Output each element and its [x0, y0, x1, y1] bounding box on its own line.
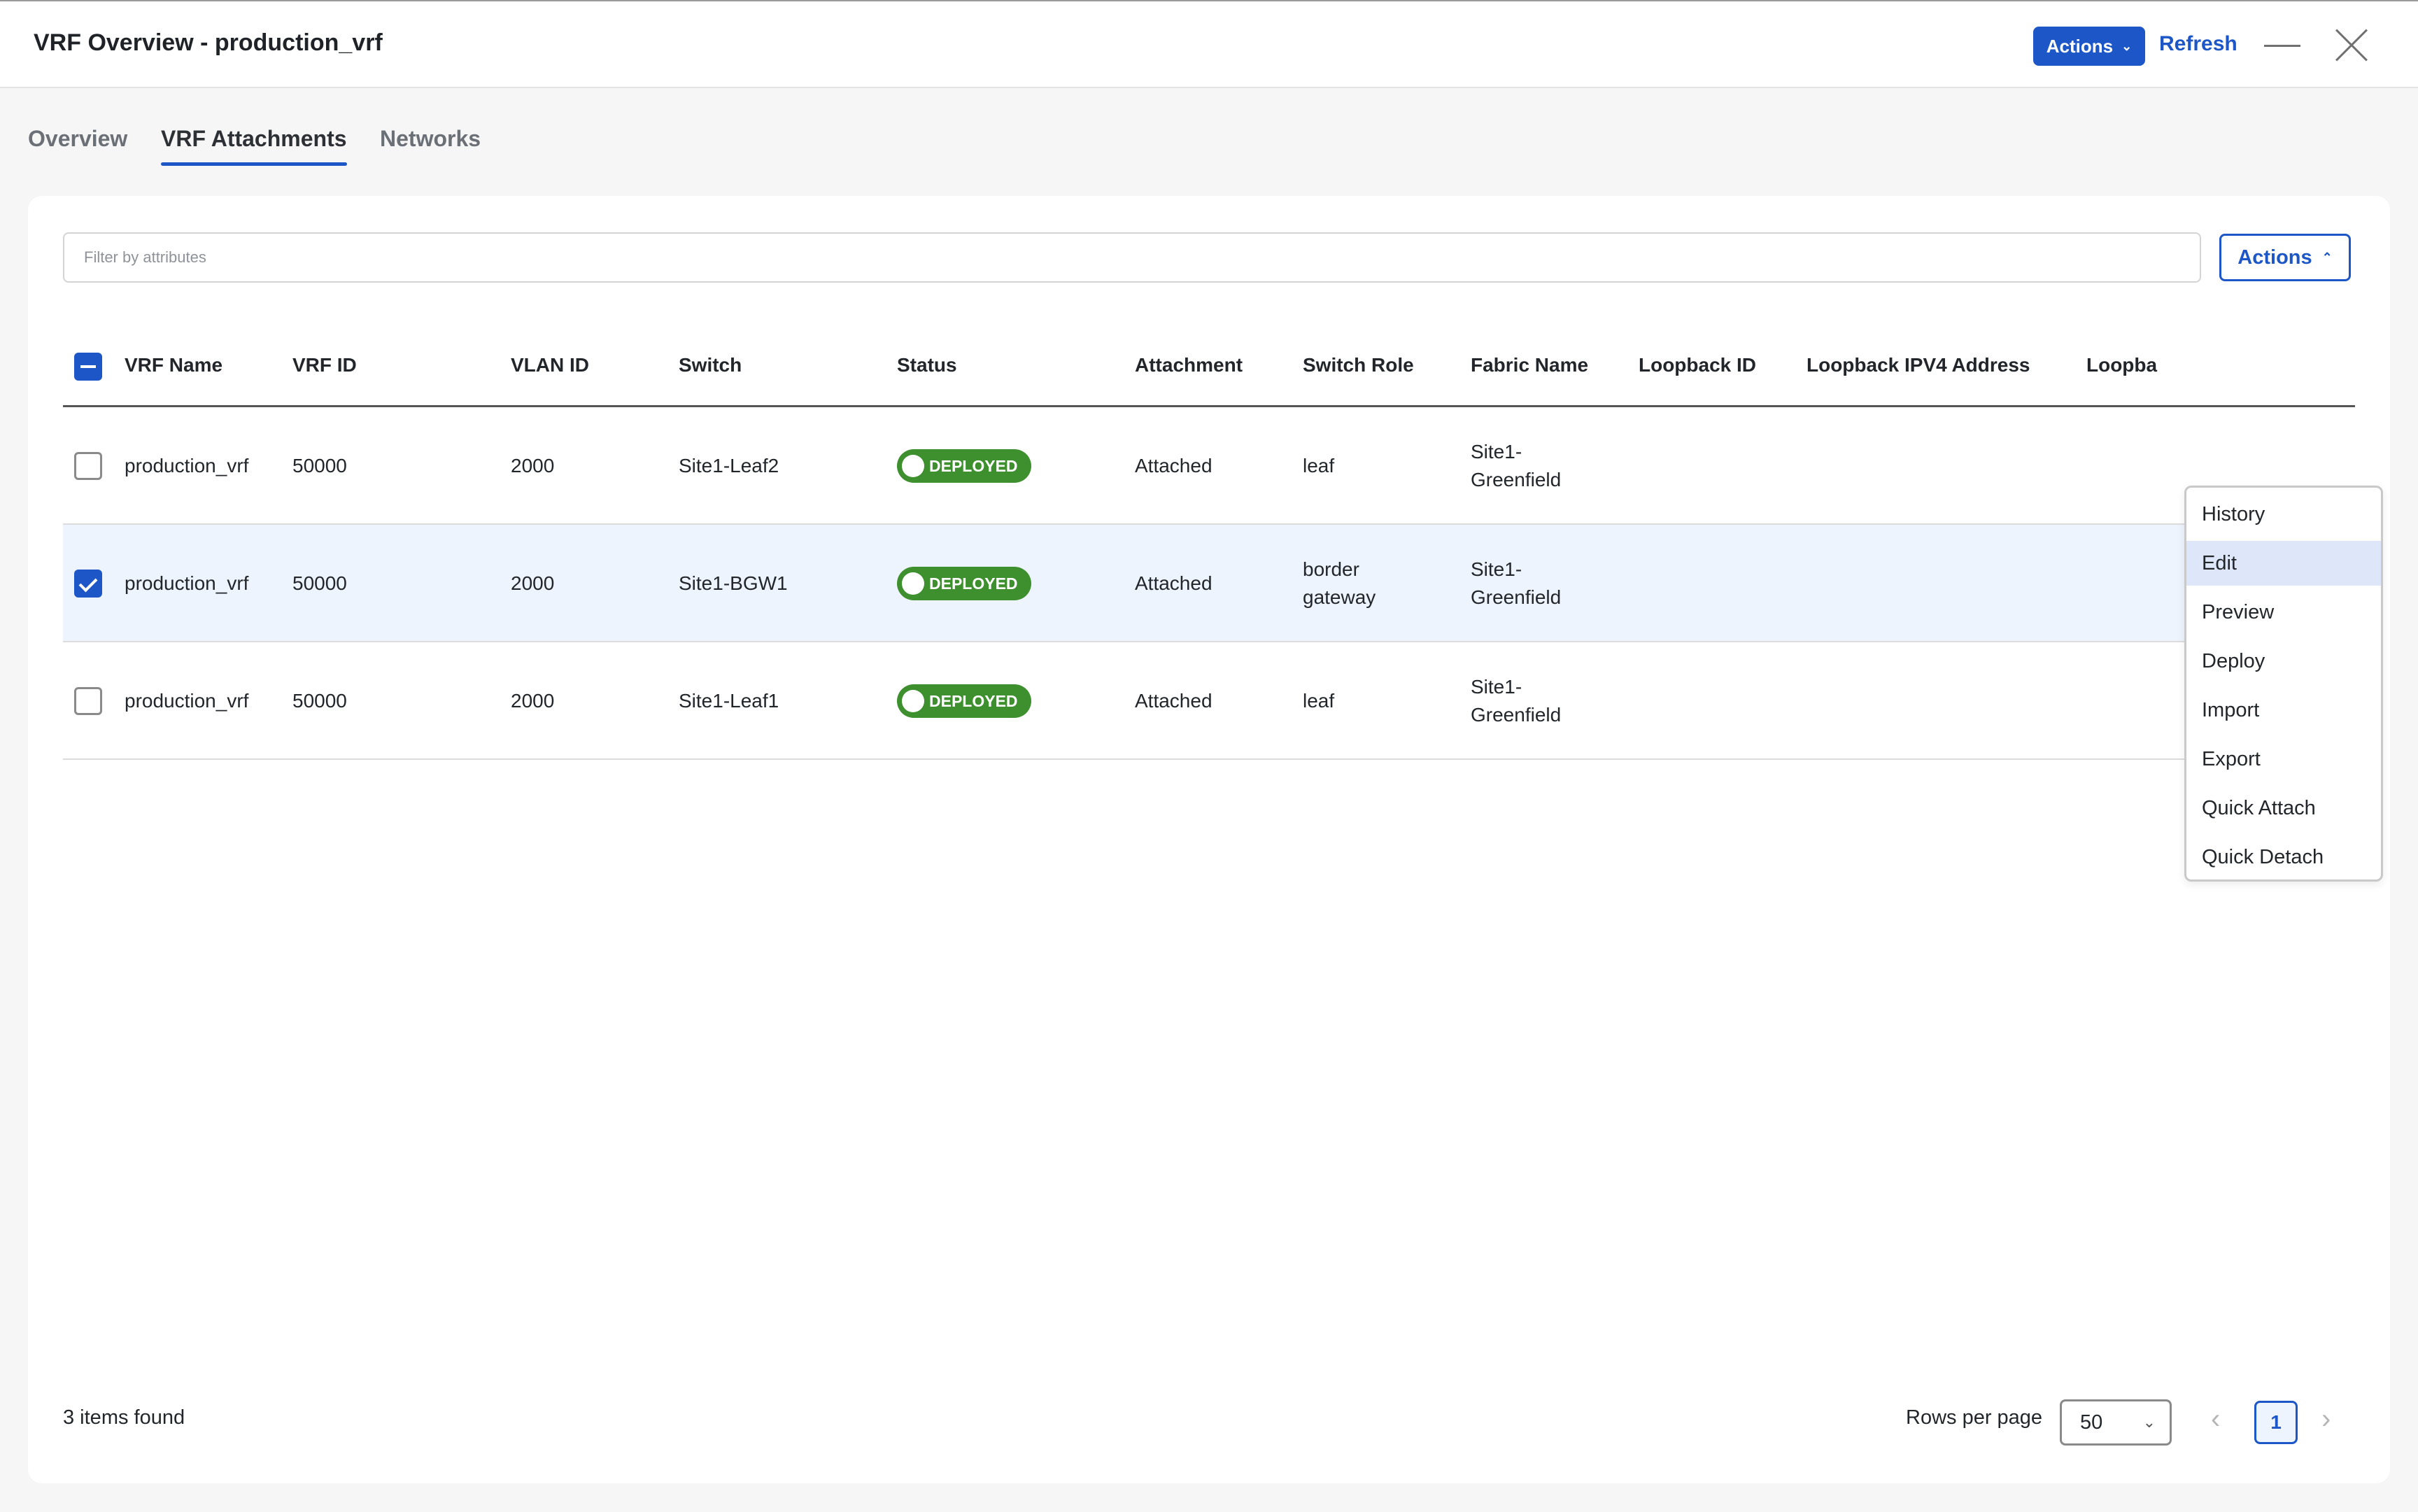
- table-actions-label: Actions: [2237, 246, 2312, 269]
- minimize-icon[interactable]: [2264, 45, 2300, 47]
- vrf-id-cell: 50000: [292, 572, 347, 594]
- rows-per-page-label: Rows per page: [1906, 1406, 2043, 1429]
- col-vlan-id[interactable]: VLAN ID: [511, 354, 589, 376]
- col-loopback-ipv4[interactable]: Loopback IPV4 Address: [1807, 354, 2030, 376]
- status-dot-icon: [902, 690, 924, 712]
- col-status[interactable]: Status: [897, 354, 957, 376]
- menu-item-import[interactable]: Import: [2186, 688, 2381, 733]
- switch-cell: Site1-BGW1: [679, 572, 788, 594]
- filter-input[interactable]: [63, 232, 2201, 283]
- menu-item-quick-detach[interactable]: Quick Detach: [2186, 835, 2381, 879]
- table-header: VRF Name VRF ID VLAN ID Switch Status At…: [63, 322, 2355, 407]
- vrf-id-cell: 50000: [292, 455, 347, 476]
- refresh-button[interactable]: Refresh: [2159, 32, 2237, 56]
- table-actions-button[interactable]: Actions ⌃: [2219, 234, 2351, 281]
- vlan-id-cell: 2000: [511, 690, 555, 712]
- menu-item-history[interactable]: History: [2186, 492, 2381, 537]
- col-switch[interactable]: Switch: [679, 354, 742, 376]
- menu-item-quick-attach[interactable]: Quick Attach: [2186, 786, 2381, 831]
- tab-overview[interactable]: Overview: [28, 126, 127, 152]
- vrf-name-cell: production_vrf: [125, 690, 249, 712]
- fabric-name-cell: Site1-Greenfield: [1471, 558, 1562, 608]
- col-vrf-name[interactable]: VRF Name: [125, 354, 222, 376]
- status-dot-icon: [902, 455, 924, 477]
- actions-dropdown-menu: History Edit Preview Deploy Import Expor…: [2184, 486, 2383, 882]
- header-actions-label: Actions: [2046, 35, 2114, 57]
- menu-item-preview[interactable]: Preview: [2186, 590, 2381, 635]
- col-switch-role[interactable]: Switch Role: [1303, 354, 1414, 376]
- table-row[interactable]: production_vrf 50000 2000 Site1-Leaf1 DE…: [63, 642, 2355, 760]
- attachments-panel: Actions ⌃ VRF Name VRF ID VLAN ID Switch…: [28, 196, 2390, 1483]
- tab-vrf-attachments[interactable]: VRF Attachments: [161, 126, 347, 166]
- chevron-down-icon: ⌄: [2142, 1413, 2156, 1431]
- title-bar: VRF Overview - production_vrf Actions ⌄ …: [0, 0, 2418, 88]
- chevron-left-icon[interactable]: ‹: [2211, 1404, 2220, 1435]
- switch-cell: Site1-Leaf1: [679, 690, 779, 712]
- status-badge: DEPLOYED: [897, 567, 1031, 600]
- menu-item-edit[interactable]: Edit: [2186, 541, 2381, 586]
- page-title: VRF Overview - production_vrf: [34, 29, 383, 56]
- switch-role-cell: leaf: [1303, 690, 1335, 712]
- row-checkbox[interactable]: [74, 570, 102, 598]
- table-row[interactable]: production_vrf 50000 2000 Site1-BGW1 DEP…: [63, 525, 2355, 642]
- chevron-up-icon: ⌃: [2321, 250, 2333, 264]
- vlan-id-cell: 2000: [511, 572, 555, 594]
- fabric-name-cell: Site1-Greenfield: [1471, 676, 1562, 726]
- rows-per-page-value: 50: [2080, 1411, 2103, 1434]
- row-checkbox[interactable]: [74, 452, 102, 480]
- table-row[interactable]: production_vrf 50000 2000 Site1-Leaf2 DE…: [63, 407, 2355, 525]
- vrf-name-cell: production_vrf: [125, 572, 249, 594]
- header-actions-button[interactable]: Actions ⌄: [2033, 27, 2145, 66]
- col-loopback-id[interactable]: Loopback ID: [1639, 354, 1756, 376]
- menu-item-export[interactable]: Export: [2186, 737, 2381, 782]
- col-attachment[interactable]: Attachment: [1135, 354, 1243, 376]
- attachment-cell: Attached: [1135, 572, 1212, 594]
- row-checkbox[interactable]: [74, 687, 102, 715]
- menu-item-deploy[interactable]: Deploy: [2186, 639, 2381, 684]
- status-badge: DEPLOYED: [897, 449, 1031, 483]
- status-label: DEPLOYED: [929, 691, 1018, 710]
- fabric-name-cell: Site1-Greenfield: [1471, 441, 1562, 490]
- status-badge: DEPLOYED: [897, 684, 1031, 718]
- vrf-id-cell: 50000: [292, 690, 347, 712]
- chevron-down-icon: ⌄: [2121, 38, 2133, 53]
- vlan-id-cell: 2000: [511, 455, 555, 476]
- status-dot-icon: [902, 572, 924, 595]
- items-found-label: 3 items found: [63, 1406, 185, 1429]
- switch-role-cell: border gateway: [1303, 558, 1376, 608]
- vrf-name-cell: production_vrf: [125, 455, 249, 476]
- close-icon[interactable]: [2334, 28, 2369, 63]
- status-label: DEPLOYED: [929, 456, 1018, 475]
- switch-cell: Site1-Leaf2: [679, 455, 779, 476]
- tab-networks[interactable]: Networks: [380, 126, 481, 152]
- rows-per-page-select[interactable]: 50 ⌄: [2060, 1399, 2172, 1446]
- col-fabric-name[interactable]: Fabric Name: [1471, 354, 1588, 376]
- status-label: DEPLOYED: [929, 574, 1018, 593]
- chevron-right-icon[interactable]: ›: [2321, 1404, 2331, 1435]
- page-number-button[interactable]: 1: [2254, 1401, 2298, 1444]
- col-vrf-id[interactable]: VRF ID: [292, 354, 357, 376]
- attachment-cell: Attached: [1135, 455, 1212, 476]
- select-all-checkbox[interactable]: [74, 353, 102, 381]
- attachment-cell: Attached: [1135, 690, 1212, 712]
- col-loopback-truncated[interactable]: Loopba: [2086, 354, 2157, 376]
- switch-role-cell: leaf: [1303, 455, 1335, 476]
